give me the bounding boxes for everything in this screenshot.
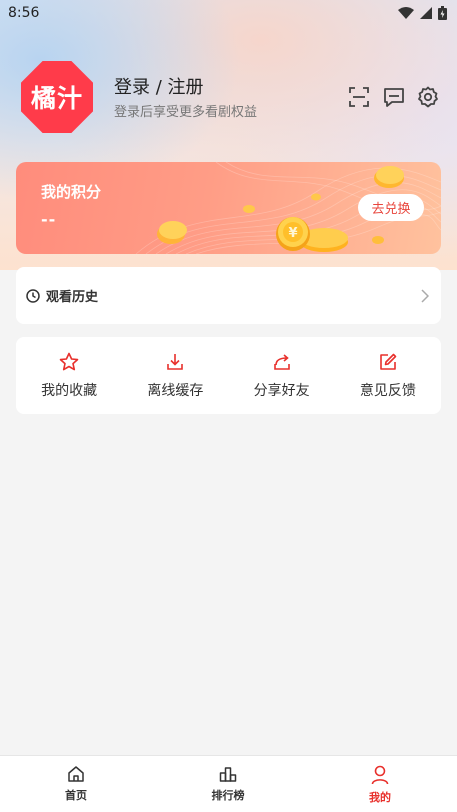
message-icon[interactable] bbox=[382, 85, 406, 109]
action-label: 意见反馈 bbox=[359, 383, 416, 399]
download-icon bbox=[167, 354, 184, 370]
wifi-icon bbox=[398, 7, 414, 19]
action-favorites[interactable]: 我的收藏 bbox=[16, 337, 122, 414]
login-register-link[interactable]: 登录 / 注册 bbox=[114, 73, 204, 99]
points-card[interactable]: ¥ 我的积分 -- 去兑换 bbox=[16, 162, 441, 254]
chevron-right-icon bbox=[421, 288, 429, 303]
star-icon bbox=[59, 352, 79, 371]
ranking-icon bbox=[219, 767, 237, 782]
action-offline-cache[interactable]: 离线缓存 bbox=[122, 337, 228, 414]
action-share[interactable]: 分享好友 bbox=[229, 337, 335, 414]
app-logo[interactable]: 橘汁 bbox=[21, 61, 93, 133]
scan-icon[interactable] bbox=[347, 85, 371, 109]
battery-icon bbox=[438, 6, 447, 20]
feedback-icon bbox=[380, 353, 397, 370]
tab-label: 我的 bbox=[369, 791, 391, 804]
tab-label: 排行榜 bbox=[211, 789, 245, 802]
quick-actions: 我的收藏 离线缓存 分享好友 意见反馈 bbox=[16, 337, 441, 414]
clock-icon bbox=[26, 288, 40, 303]
action-feedback[interactable]: 意见反馈 bbox=[335, 337, 441, 414]
redeem-button[interactable]: 去兑换 bbox=[358, 194, 424, 221]
status-time: 8:56 bbox=[8, 5, 40, 21]
points-value: -- bbox=[41, 210, 57, 229]
svg-text:¥: ¥ bbox=[288, 226, 297, 241]
tab-home[interactable]: 首页 bbox=[0, 756, 152, 812]
action-label: 我的收藏 bbox=[41, 383, 98, 399]
watch-history-row[interactable]: 观看历史 bbox=[16, 267, 441, 324]
app-logo-text: 橘汁 bbox=[30, 84, 83, 113]
settings-icon[interactable] bbox=[416, 85, 440, 109]
profile-icon bbox=[371, 765, 389, 785]
watch-history-label: 观看历史 bbox=[46, 290, 99, 305]
status-bar: 8:56 bbox=[0, 0, 457, 26]
action-label: 离线缓存 bbox=[147, 383, 204, 399]
points-title: 我的积分 bbox=[41, 183, 102, 201]
tab-profile[interactable]: 我的 bbox=[304, 756, 456, 812]
tab-label: 首页 bbox=[65, 789, 87, 802]
bottom-tab-bar: 首页 排行榜 我的 bbox=[0, 755, 457, 812]
login-subtitle: 登录后享受更多看剧权益 bbox=[114, 105, 258, 120]
tab-ranking[interactable]: 排行榜 bbox=[152, 756, 304, 812]
home-icon bbox=[68, 766, 84, 782]
share-icon bbox=[273, 354, 290, 370]
action-label: 分享好友 bbox=[253, 383, 310, 399]
signal-icon bbox=[420, 7, 432, 19]
